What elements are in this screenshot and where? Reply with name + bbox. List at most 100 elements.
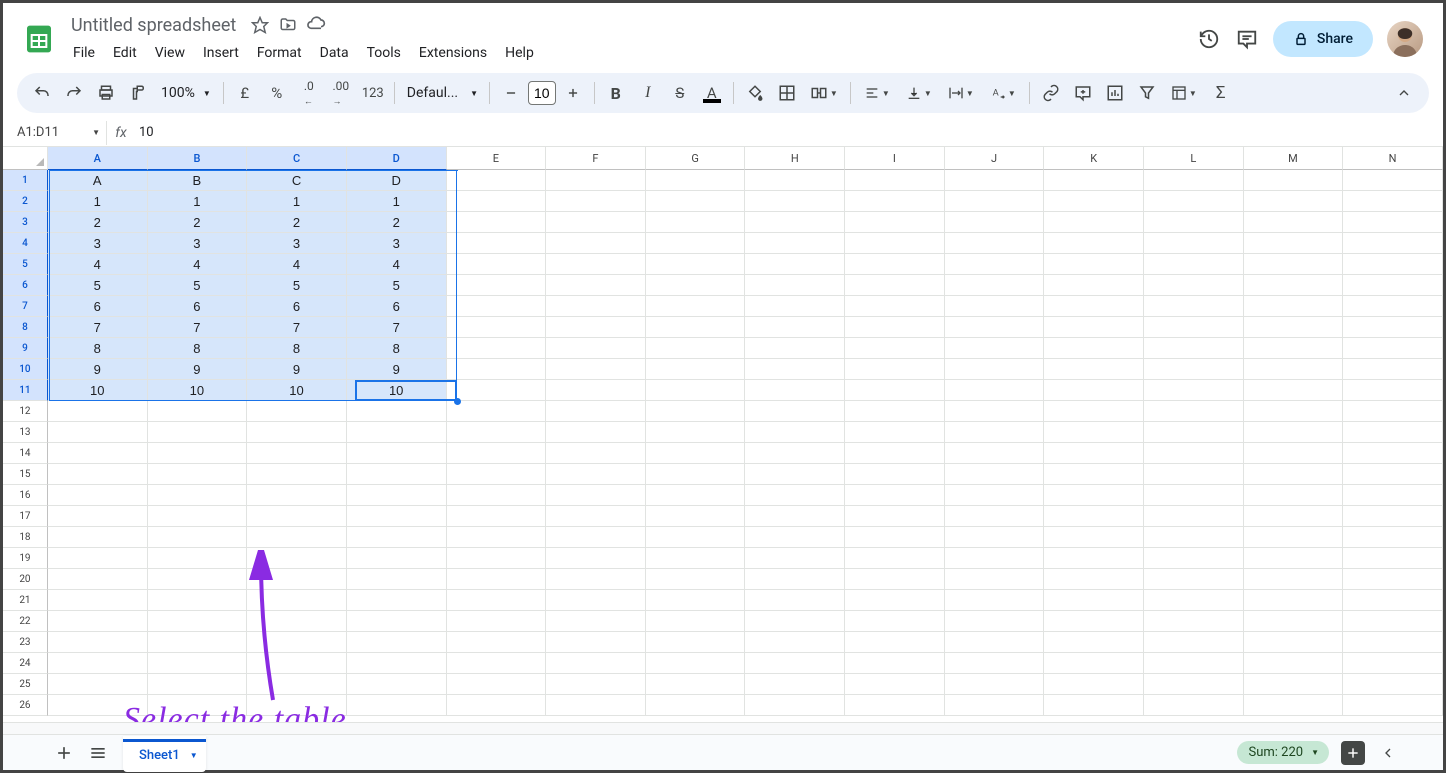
- cell[interactable]: [1244, 170, 1344, 191]
- cell[interactable]: [546, 401, 646, 422]
- cell[interactable]: [247, 653, 347, 674]
- cell[interactable]: [646, 380, 746, 401]
- cell[interactable]: [447, 317, 547, 338]
- formula-input[interactable]: 10: [135, 125, 1443, 140]
- cell[interactable]: [447, 254, 547, 275]
- cell[interactable]: [1343, 506, 1443, 527]
- cell[interactable]: [1343, 317, 1443, 338]
- cell[interactable]: [845, 359, 945, 380]
- cell[interactable]: [546, 170, 646, 191]
- cell[interactable]: [1244, 443, 1344, 464]
- cell[interactable]: [1144, 674, 1244, 695]
- cell[interactable]: [148, 485, 248, 506]
- cell[interactable]: [1343, 569, 1443, 590]
- row-header[interactable]: 8: [3, 317, 48, 338]
- cell[interactable]: [347, 674, 447, 695]
- cell[interactable]: 8: [347, 338, 447, 359]
- paint-format-button[interactable]: [123, 78, 153, 108]
- document-title[interactable]: Untitled spreadsheet: [65, 14, 242, 37]
- cell[interactable]: [1244, 317, 1344, 338]
- cell[interactable]: [546, 653, 646, 674]
- cell[interactable]: [745, 296, 845, 317]
- horizontal-align-button[interactable]: ▼: [857, 78, 897, 108]
- cell[interactable]: [1343, 170, 1443, 191]
- cell[interactable]: [1044, 275, 1144, 296]
- cell[interactable]: [745, 170, 845, 191]
- menu-tools[interactable]: Tools: [359, 41, 409, 65]
- cell[interactable]: [1343, 674, 1443, 695]
- redo-button[interactable]: [59, 78, 89, 108]
- cell[interactable]: 9: [48, 359, 148, 380]
- cell[interactable]: [247, 485, 347, 506]
- cell[interactable]: [1144, 275, 1244, 296]
- cell[interactable]: [1144, 611, 1244, 632]
- history-icon[interactable]: [1197, 27, 1221, 51]
- cell[interactable]: [1144, 632, 1244, 653]
- star-icon[interactable]: [250, 15, 270, 35]
- cell[interactable]: [447, 296, 547, 317]
- cell[interactable]: 1: [247, 191, 347, 212]
- cell[interactable]: [1244, 212, 1344, 233]
- cell[interactable]: [1044, 653, 1144, 674]
- strikethrough-button[interactable]: S: [665, 78, 695, 108]
- cell[interactable]: 5: [347, 275, 447, 296]
- cell[interactable]: [845, 296, 945, 317]
- cell[interactable]: 2: [48, 212, 148, 233]
- row-header[interactable]: 5: [3, 254, 48, 275]
- row-header[interactable]: 26: [3, 695, 48, 716]
- cell[interactable]: [845, 170, 945, 191]
- cell[interactable]: [48, 548, 148, 569]
- vertical-align-button[interactable]: ▼: [899, 78, 939, 108]
- zoom-dropdown[interactable]: 100%▼: [155, 85, 217, 101]
- cell[interactable]: [1343, 485, 1443, 506]
- cell[interactable]: [148, 401, 248, 422]
- cell[interactable]: [1244, 233, 1344, 254]
- cell[interactable]: [646, 317, 746, 338]
- cell[interactable]: D: [347, 170, 447, 191]
- cell[interactable]: [1144, 317, 1244, 338]
- cell[interactable]: [447, 632, 547, 653]
- column-header[interactable]: M: [1244, 147, 1344, 170]
- cell[interactable]: [945, 422, 1045, 443]
- cell[interactable]: 9: [148, 359, 248, 380]
- cell[interactable]: [1044, 695, 1144, 716]
- cell[interactable]: [447, 401, 547, 422]
- cell[interactable]: [845, 191, 945, 212]
- cell[interactable]: [745, 695, 845, 716]
- cell[interactable]: [745, 485, 845, 506]
- cell[interactable]: [247, 443, 347, 464]
- cell[interactable]: [845, 653, 945, 674]
- row-header[interactable]: 16: [3, 485, 48, 506]
- cell[interactable]: [646, 401, 746, 422]
- cell[interactable]: [745, 422, 845, 443]
- cell[interactable]: [347, 569, 447, 590]
- cell[interactable]: [1244, 359, 1344, 380]
- cell[interactable]: [745, 506, 845, 527]
- cell[interactable]: 5: [48, 275, 148, 296]
- cell[interactable]: [1343, 422, 1443, 443]
- cell[interactable]: [945, 296, 1045, 317]
- cell[interactable]: [1044, 611, 1144, 632]
- cell[interactable]: [1044, 527, 1144, 548]
- fill-color-button[interactable]: [740, 78, 770, 108]
- cell[interactable]: [546, 569, 646, 590]
- cell[interactable]: [1044, 443, 1144, 464]
- cell[interactable]: [646, 590, 746, 611]
- cell[interactable]: [48, 443, 148, 464]
- cell[interactable]: [447, 275, 547, 296]
- cell[interactable]: [945, 590, 1045, 611]
- cell[interactable]: 6: [148, 296, 248, 317]
- share-button[interactable]: Share: [1273, 21, 1373, 57]
- cell[interactable]: [546, 422, 646, 443]
- cell[interactable]: [148, 422, 248, 443]
- cell[interactable]: [1044, 380, 1144, 401]
- cell[interactable]: 10: [247, 380, 347, 401]
- cell[interactable]: [1244, 422, 1344, 443]
- row-header[interactable]: 23: [3, 632, 48, 653]
- column-header[interactable]: H: [745, 147, 845, 170]
- menu-edit[interactable]: Edit: [105, 41, 145, 65]
- cell[interactable]: [1044, 590, 1144, 611]
- cell[interactable]: [646, 338, 746, 359]
- sheet-tab[interactable]: Sheet1 ▼: [123, 736, 206, 772]
- cell[interactable]: [1044, 674, 1144, 695]
